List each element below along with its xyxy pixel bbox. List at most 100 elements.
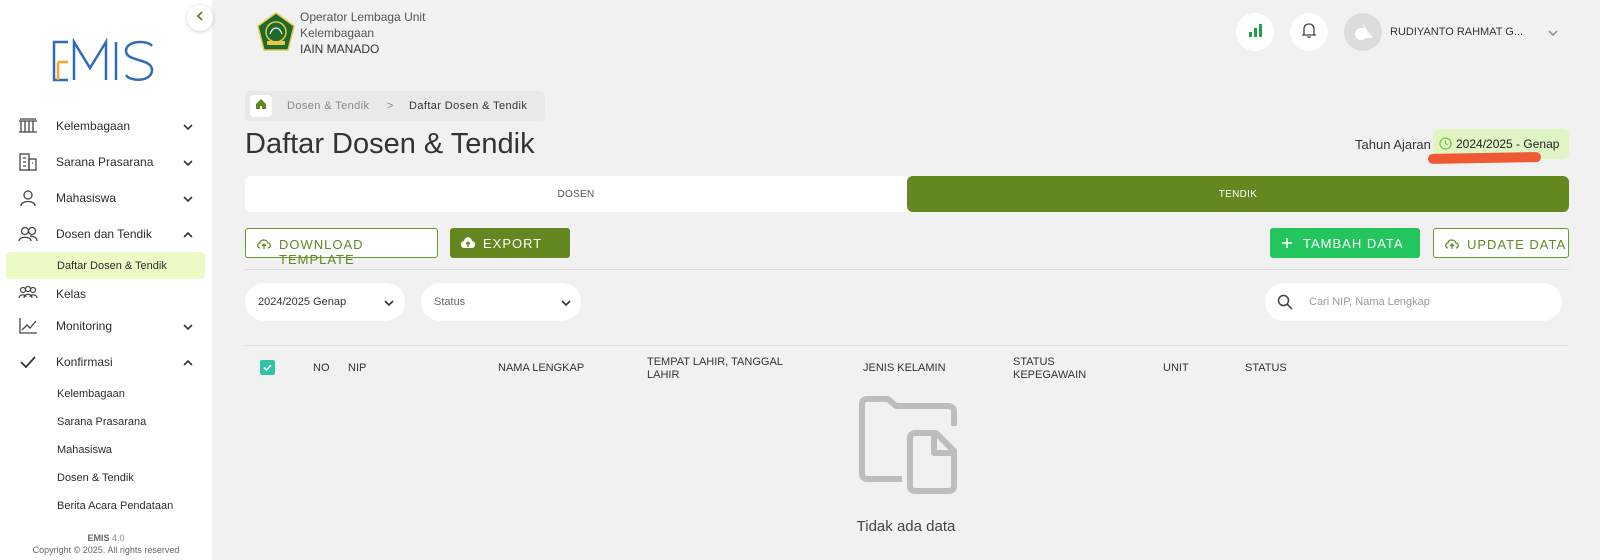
sidebar-item-label: Konfirmasi [56, 355, 113, 369]
org-name: IAIN MANADO [300, 42, 380, 56]
sidebar-subitem-mahasiswa[interactable]: Mahasiswa [57, 444, 112, 456]
sidebar-item-label: Monitoring [56, 319, 113, 333]
sidebar-subitem-berita-acara[interactable]: Berita Acara Pendataan [57, 500, 173, 512]
breadcrumb-item[interactable]: Dosen & Tendik [287, 100, 369, 112]
status-select-value: Status [434, 296, 466, 308]
footer-copyright: Copyright © 2025. All rights reserved [32, 545, 180, 555]
users-icon [18, 225, 38, 243]
column-header-nama: NAMA LENGKAP [498, 362, 585, 374]
org-logo [256, 12, 296, 52]
sidebar-subitem-sarana-prasarana[interactable]: Sarana Prasarana [57, 416, 146, 428]
group-icon [18, 285, 38, 303]
tab-tendik[interactable]: TENDIK [907, 176, 1569, 212]
org-info: Operator Lembaga Unit Kelembagaan IAIN M… [300, 9, 425, 57]
check-icon [18, 353, 38, 371]
facility-icon [18, 153, 38, 171]
chevron-down-icon [182, 156, 194, 168]
org-role-line1: Operator Lembaga Unit [300, 10, 426, 24]
cloud-upload-icon [256, 237, 272, 251]
table-top-border [245, 345, 1569, 346]
sidebar-item-sarana-prasarana[interactable]: Sarana Prasarana [0, 147, 212, 177]
search-input[interactable] [1309, 293, 1549, 311]
sidebar-item-label: Kelas [56, 287, 87, 301]
chevron-up-icon [182, 356, 194, 368]
sidebar-item-label: Dosen dan Tendik [56, 227, 152, 241]
breadcrumb-separator: > [387, 100, 394, 112]
sidebar-item-dosen-tendik[interactable]: Dosen dan Tendik [0, 219, 212, 249]
chevron-up-icon [182, 228, 194, 240]
sidebar-item-label: Mahasiswa [56, 191, 117, 205]
clock-icon [1439, 137, 1452, 155]
column-header-sk-line1: STATUS [1013, 356, 1055, 368]
footer-version-number: 4.0 [112, 533, 125, 543]
sidebar-subitem-dosen-tendik[interactable]: Dosen & Tendik [57, 472, 134, 484]
sidebar-item-monitoring[interactable]: Monitoring [0, 311, 212, 341]
column-header-ttl-line2: LAHIR [647, 369, 680, 381]
breadcrumb: Dosen & Tendik > Daftar Dosen & Tendik [245, 91, 545, 121]
emis-logo [52, 37, 158, 84]
column-header-nip: NIP [348, 362, 367, 374]
sidebar-subitem-daftar-dosen-tendik[interactable]: Daftar Dosen & Tendik [57, 260, 167, 272]
chevron-down-icon [182, 320, 194, 332]
breadcrumb-current: Daftar Dosen & Tendik [409, 100, 528, 112]
empty-folder-icon [858, 396, 958, 494]
download-template-button[interactable]: DOWNLOAD TEMPLATE [245, 228, 438, 267]
year-select[interactable]: 2024/2025 Genap [245, 283, 405, 321]
column-header-sk-line2: KEPEGAWAIN [1013, 369, 1087, 381]
footer-version: EMIS 4.0 [0, 533, 212, 543]
chevron-down-icon [182, 192, 194, 204]
signal-button[interactable] [1236, 13, 1274, 51]
column-header-jenis-kelamin: JENIS KELAMIN [863, 362, 946, 374]
year-select-value: 2024/2025 Genap [258, 296, 347, 308]
add-data-button[interactable]: TAMBAH DATA [1270, 228, 1420, 258]
chevron-left-icon [194, 9, 206, 27]
sidebar: Kelembagaan Sarana Prasarana Mahasiswa D… [0, 0, 212, 560]
year-label: Tahun Ajaran [1355, 137, 1431, 152]
column-header-unit: UNIT [1163, 362, 1189, 374]
signal-icon [1247, 22, 1263, 43]
select-all-checkbox[interactable] [260, 360, 275, 375]
user-name[interactable]: RUDIYANTO RAHMAT G... [1390, 26, 1523, 38]
building-icon [18, 117, 38, 135]
bell-icon [1300, 21, 1318, 44]
column-header-status-kepegawaian: STATUS KEPEGAWAIN [1013, 356, 1086, 382]
export-button[interactable]: EXPORT [450, 228, 570, 258]
search-icon [1276, 293, 1294, 311]
button-label: DOWNLOAD TEMPLATE [279, 237, 364, 267]
avatar[interactable] [1344, 13, 1382, 51]
button-label: EXPORT [483, 236, 543, 251]
search-box [1265, 283, 1562, 321]
chevron-down-icon [560, 296, 572, 308]
button-label: UPDATE DATA [1467, 237, 1567, 252]
sidebar-subitem-kelembagaan[interactable]: Kelembagaan [57, 388, 125, 400]
org-role-line2: Kelembagaan [300, 26, 375, 40]
sidebar-item-label: Sarana Prasarana [56, 155, 154, 169]
column-header-no: NO [313, 362, 330, 374]
academic-year-value: 2024/2025 - Genap [1456, 137, 1560, 151]
user-icon [18, 189, 38, 207]
cloud-upload-icon [460, 236, 476, 250]
sidebar-item-kelas[interactable]: Kelas [0, 279, 212, 309]
chevron-down-icon[interactable] [1547, 26, 1559, 38]
status-select[interactable]: Status [421, 283, 581, 321]
tab-dosen[interactable]: DOSEN [245, 176, 907, 212]
column-header-ttl-line1: TEMPAT LAHIR, TANGGAL [647, 356, 783, 368]
cloud-upload-icon [1444, 237, 1460, 251]
chart-icon [18, 317, 38, 335]
chevron-down-icon [383, 296, 395, 308]
column-header-ttl: TEMPAT LAHIR, TANGGAL LAHIR [647, 356, 783, 382]
update-data-button[interactable]: UPDATE DATA [1433, 228, 1569, 258]
home-icon [255, 97, 267, 115]
notification-button[interactable] [1290, 13, 1328, 51]
sidebar-item-kelembagaan[interactable]: Kelembagaan [0, 111, 212, 141]
section-divider [245, 269, 1569, 270]
chevron-down-icon [182, 120, 194, 132]
collapse-sidebar-button[interactable] [187, 5, 213, 31]
sidebar-item-mahasiswa[interactable]: Mahasiswa [0, 183, 212, 213]
page-title: Daftar Dosen & Tendik [245, 128, 535, 160]
footer-app-name: EMIS [87, 533, 110, 543]
breadcrumb-home[interactable] [250, 95, 272, 117]
sidebar-item-konfirmasi[interactable]: Konfirmasi [0, 347, 212, 377]
plus-icon [1280, 236, 1296, 250]
sidebar-item-label: Kelembagaan [56, 119, 131, 133]
